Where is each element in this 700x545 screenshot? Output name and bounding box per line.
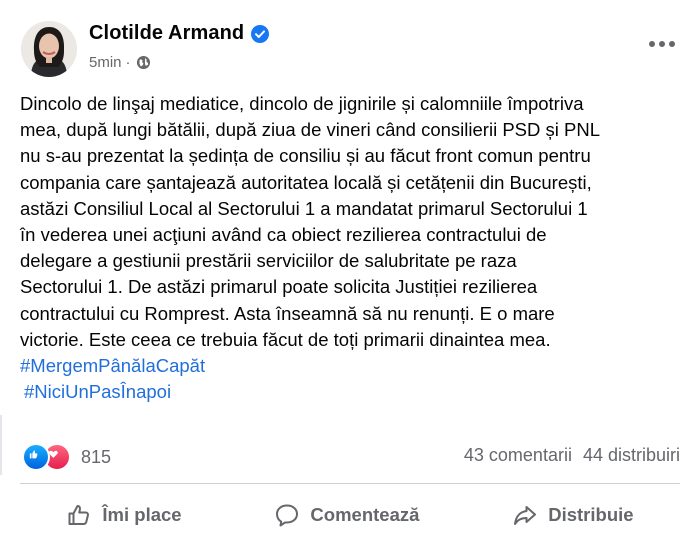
comment-bubble-icon [276,504,299,527]
reaction-count: 815 [81,446,112,467]
post-text: Dincolo de linşaj mediatice, dincolo de … [20,91,690,405]
divider [20,483,680,484]
post-text-line: Dincolo de linşaj mediatice, dincolo de … [20,93,584,114]
engagement-stats: 43 comentarii 44 distribuiri [464,445,680,466]
avatar-portrait [21,21,77,77]
post-meta: 5min · [89,54,151,71]
comment-button[interactable]: Comentează [262,492,431,538]
comments-count-link[interactable]: 43 comentarii [464,445,572,466]
post-text-line: astăzi Consiliul Local al Sectorului 1 a… [20,197,588,219]
share-arrow-icon [514,506,537,525]
thumbs-up-icon [68,505,90,525]
shares-count-link[interactable]: 44 distribuiri [583,445,680,466]
post-timestamp[interactable]: 5min [89,54,122,71]
comment-button-label: Comentează [310,504,420,525]
post-text-line: compania care șantajează autoritatea loc… [20,171,592,193]
like-button[interactable]: Îmi place [54,492,193,538]
action-bar: Îmi place Comentează Distribuie [20,492,680,538]
globe-icon[interactable] [136,55,151,70]
post-text-line: în vederea unei acţiuni având ca obiect … [20,224,547,246]
hashtag-link[interactable]: #NiciUnPasÎnapoi [20,379,690,405]
like-button-label: Îmi place [102,504,182,525]
share-button-label: Distribuie [548,504,634,525]
avatar[interactable] [21,21,77,77]
more-dot-icon [659,41,665,47]
post-text-line: nu s-au prezentat la ședința de consiliu… [20,145,591,167]
more-dot-icon [669,41,675,47]
more-dot-icon [649,41,655,47]
post-text-line: victorie. Este ceea ce trebuia făcut de … [20,328,551,350]
share-button[interactable]: Distribuie [500,492,645,538]
more-options-button[interactable] [644,30,680,58]
post-text-line: mea, după lungi bătălii, după ziua de vi… [20,119,600,141]
post-text-line: delegare a gestiunii prestării serviciil… [20,250,517,272]
left-edge-border [0,415,2,475]
verified-badge-icon [251,24,270,43]
facebook-post: Clotilde Armand 5min · Dincolo de linşaj… [0,0,700,545]
hashtag-link[interactable]: #MergemPânălaCapăt [20,353,690,379]
meta-separator: · [125,54,131,71]
author-row: Clotilde Armand [89,22,270,45]
reaction-summary[interactable]: 815 [22,443,111,471]
post-text-line: contractului cu Romprest. Asta înseamnă … [20,302,555,324]
post-text-line: Sectorului 1. De astăzi primarul poate s… [20,276,538,298]
author-name[interactable]: Clotilde Armand [89,22,244,45]
like-icon [22,443,50,471]
